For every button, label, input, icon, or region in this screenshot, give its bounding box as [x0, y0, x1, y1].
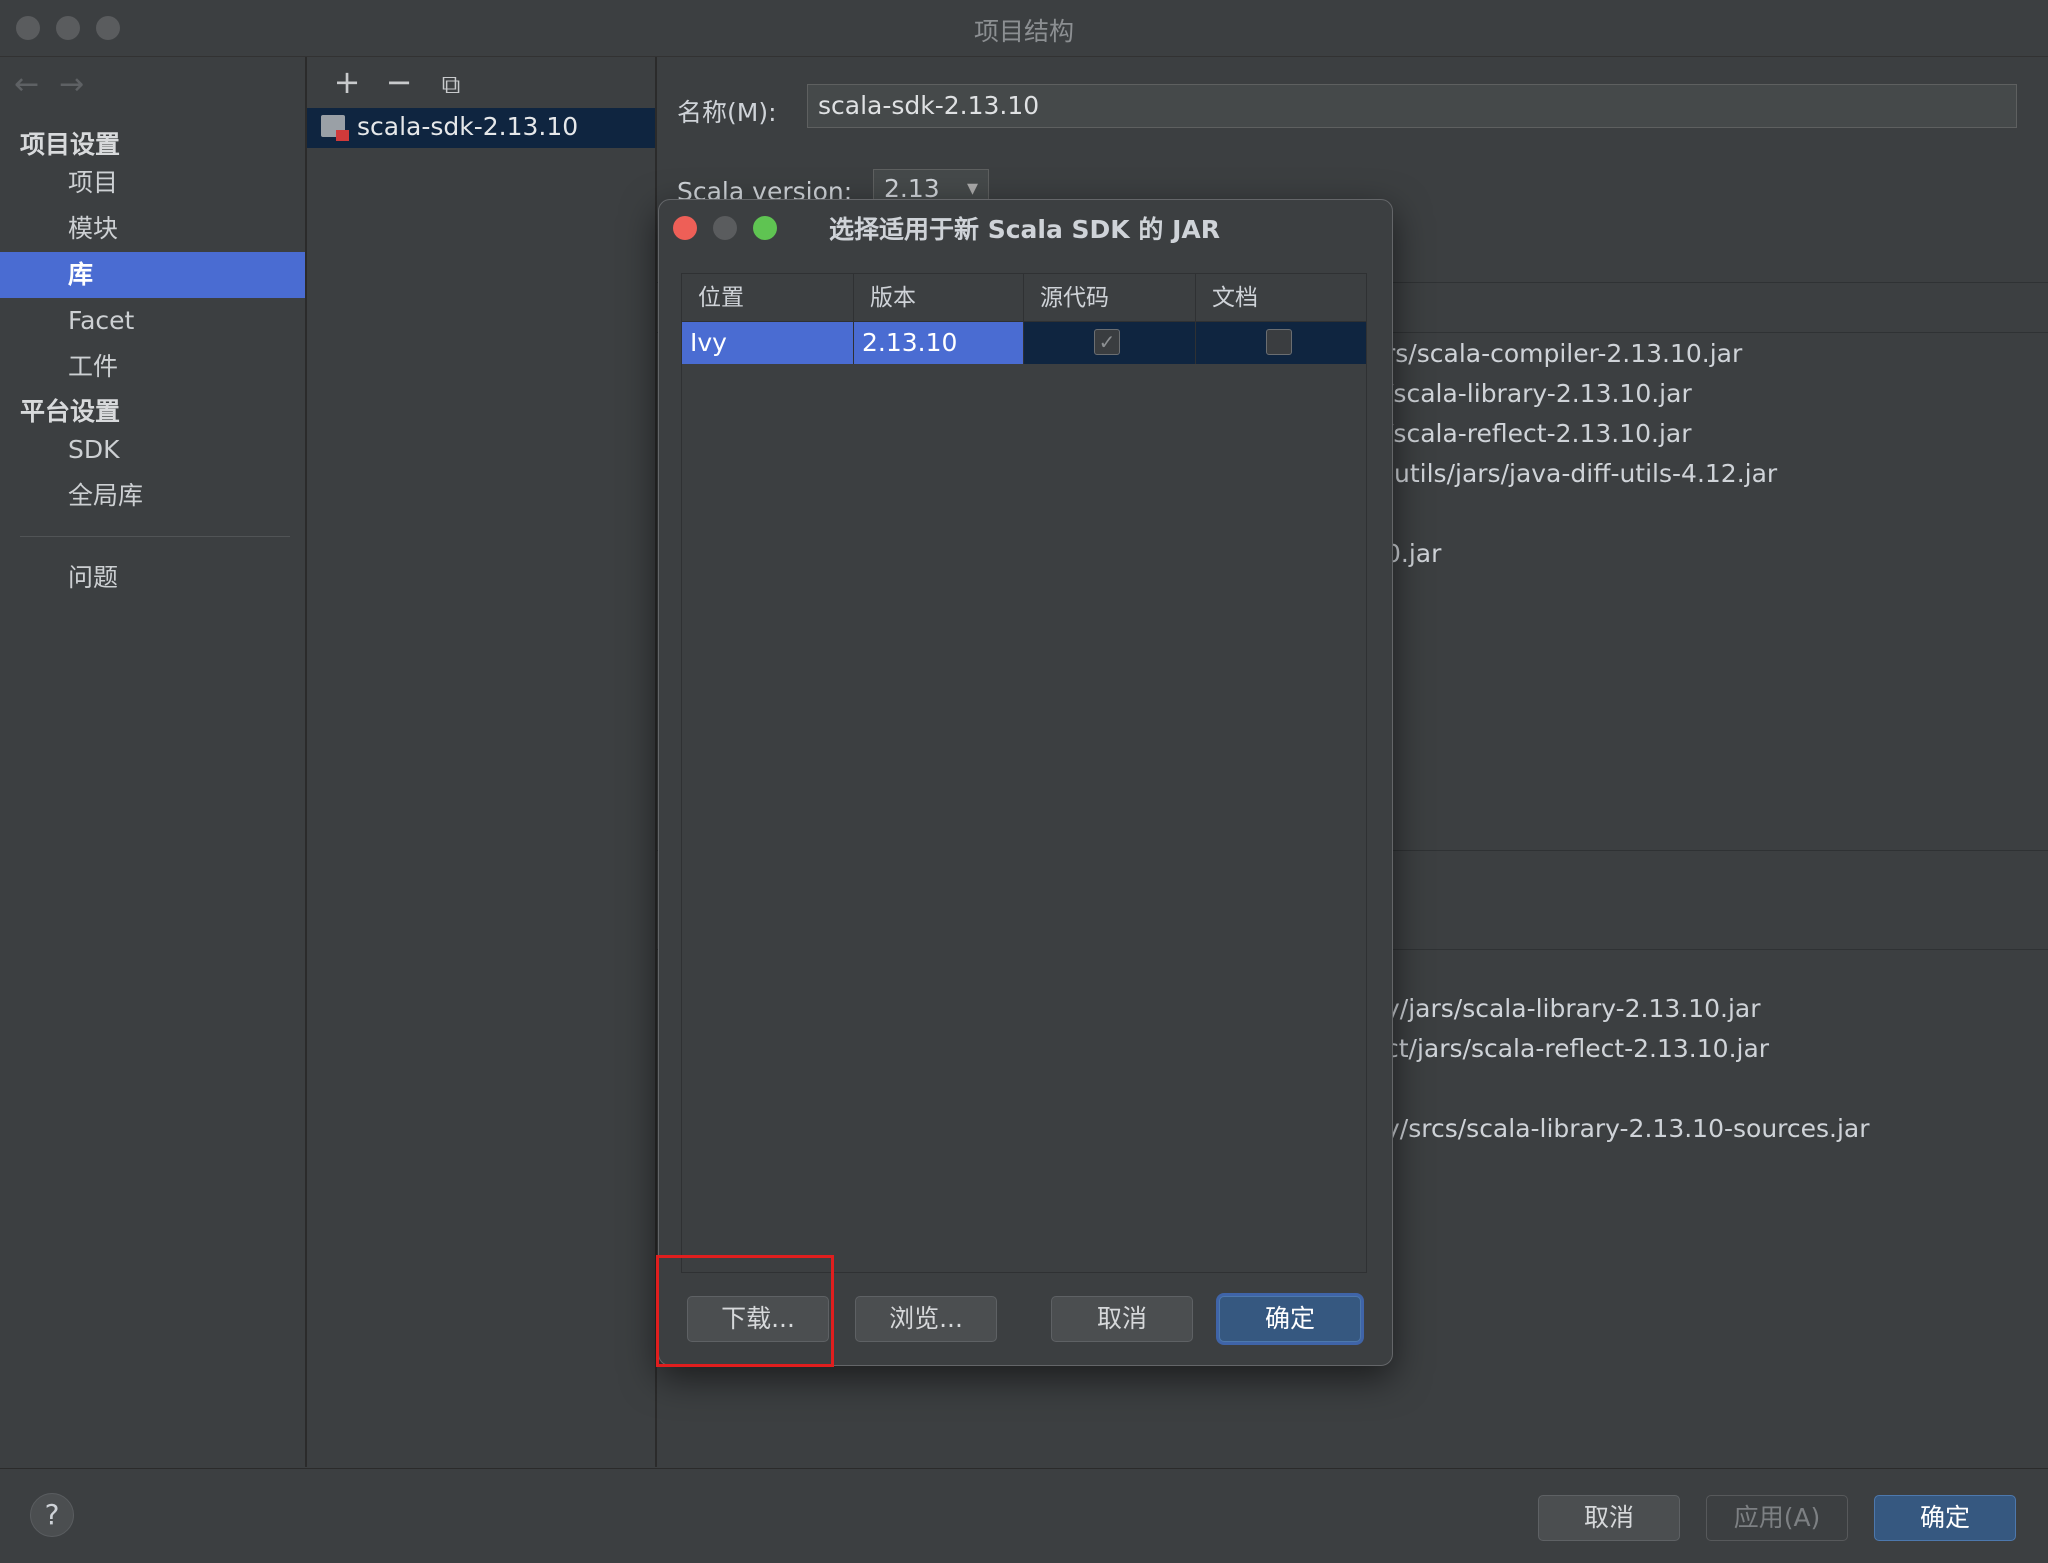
cancel-button[interactable]: 取消 [1538, 1495, 1680, 1541]
library-folder-icon [321, 115, 349, 141]
nav-item-problems[interactable]: 问题 [0, 555, 305, 601]
dialog-close-button[interactable] [673, 216, 697, 240]
dialog-minimize-button [713, 216, 737, 240]
nav-item-global-libraries[interactable]: 全局库 [0, 473, 305, 519]
nav-divider [20, 536, 290, 537]
dialog-footer: ? 取消 应用(A) 确定 [0, 1468, 2048, 1563]
nav-item-label: 工件 [68, 352, 119, 381]
nav-item-artifacts[interactable]: 工件 [0, 344, 305, 390]
help-button[interactable]: ? [30, 1493, 74, 1537]
copy-icon[interactable]: ⧉ [425, 70, 477, 101]
library-item-label: scala-sdk-2.13.10 [357, 112, 579, 141]
cell-location: Ivy [682, 322, 854, 364]
nav-item-label: 模块 [68, 214, 119, 243]
project-structure-window: 项目结构 ← → 项目设置 项目 模块 库 Facet 工件 平台设置 SDK 全… [0, 0, 2048, 1563]
settings-nav: ← → 项目设置 项目 模块 库 Facet 工件 平台设置 SDK 全局库 问题 [0, 57, 307, 1467]
dialog-cancel-button[interactable]: 取消 [1051, 1296, 1193, 1342]
back-arrow-icon[interactable]: ← [14, 67, 39, 102]
compiler-path: rs/scala-compiler-2.13.10.jar [1385, 339, 1743, 368]
sources-checkbox[interactable]: ✓ [1094, 329, 1120, 355]
title-bar: 项目结构 [0, 0, 2048, 57]
dialog-zoom-button[interactable] [753, 216, 777, 240]
section-platform-settings: 平台设置 [20, 397, 121, 426]
column-header-location[interactable]: 位置 [682, 274, 854, 322]
classes-path: y/jars/scala-library-2.13.10.jar [1385, 994, 1761, 1023]
compiler-path: /scala-library-2.13.10.jar [1385, 379, 1692, 408]
history-arrows: ← → [14, 67, 104, 102]
cell-sources: ✓ [1024, 322, 1196, 364]
dialog-title: 选择适用于新 Scala SDK 的 JAR [829, 215, 1220, 244]
column-header-docs[interactable]: 文档 [1196, 274, 1366, 322]
library-list-panel: + − ⧉ scala-sdk-2.13.10 [307, 57, 657, 1467]
window-title: 项目结构 [973, 17, 1074, 46]
section-project-settings: 项目设置 [20, 130, 121, 159]
nav-item-label: SDK [68, 435, 120, 464]
compiler-path: -utils/jars/java-diff-utils-4.12.jar [1385, 459, 1778, 488]
jar-table: 位置 版本 源代码 文档 Ivy 2.13.10 ✓ [681, 273, 1367, 1273]
annotation-highlight-box [656, 1255, 834, 1367]
forward-arrow-icon[interactable]: → [59, 67, 84, 102]
nav-item-label: 项目 [68, 168, 119, 197]
ok-button[interactable]: 确定 [1874, 1495, 2016, 1541]
remove-icon[interactable]: − [373, 63, 425, 101]
sources-path: y/srcs/scala-library-2.13.10-sources.jar [1385, 1114, 1870, 1143]
column-header-version[interactable]: 版本 [854, 274, 1024, 322]
library-item[interactable]: scala-sdk-2.13.10 [307, 108, 655, 148]
table-row[interactable]: Ivy 2.13.10 ✓ [682, 322, 1366, 364]
cell-version: 2.13.10 [854, 322, 1024, 364]
classes-path: ct/jars/scala-reflect-2.13.10.jar [1385, 1034, 1770, 1063]
column-header-sources[interactable]: 源代码 [1024, 274, 1196, 322]
nav-item-facets[interactable]: Facet [0, 298, 305, 344]
select-jar-dialog: 选择适用于新 Scala SDK 的 JAR 位置 版本 源代码 文档 Ivy … [658, 199, 1393, 1366]
nav-item-sdks[interactable]: SDK [0, 427, 305, 473]
dialog-ok-button[interactable]: 确定 [1219, 1296, 1361, 1342]
compiler-path: /scala-reflect-2.13.10.jar [1385, 419, 1692, 448]
add-icon[interactable]: + [321, 63, 373, 101]
name-field[interactable]: scala-sdk-2.13.10 [807, 84, 2017, 128]
cell-docs [1196, 322, 1366, 364]
nav-item-label: 库 [68, 260, 94, 289]
library-toolbar: + − ⧉ [321, 63, 477, 101]
nav-item-label: 问题 [68, 563, 119, 592]
compiler-path: 0.jar [1385, 539, 1442, 568]
nav-item-libraries[interactable]: 库 [0, 252, 305, 298]
nav-item-label: Facet [68, 306, 135, 335]
name-label: 名称(M): [677, 98, 777, 127]
browse-button[interactable]: 浏览... [855, 1296, 997, 1342]
docs-checkbox[interactable] [1266, 329, 1292, 355]
apply-button[interactable]: 应用(A) [1706, 1495, 1848, 1541]
nav-item-label: 全局库 [68, 481, 144, 510]
nav-item-modules[interactable]: 模块 [0, 206, 305, 252]
nav-item-project[interactable]: 项目 [0, 160, 305, 206]
